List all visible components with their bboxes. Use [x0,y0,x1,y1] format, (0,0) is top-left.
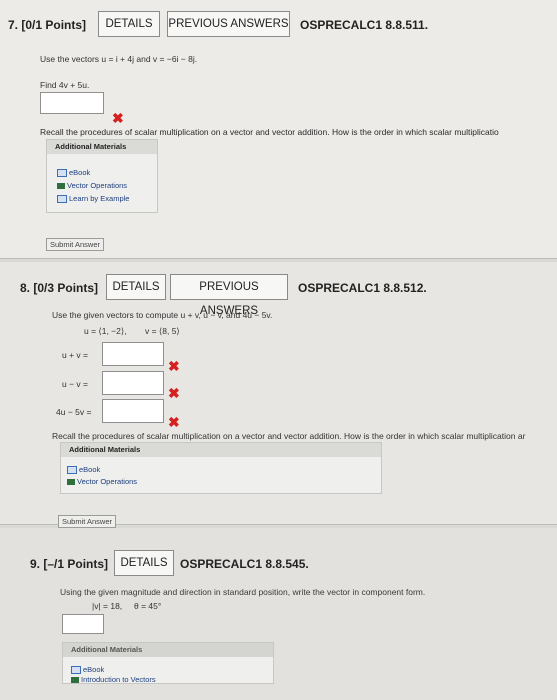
answer-input[interactable] [102,342,164,366]
resource-learn-by-example[interactable]: Learn by Example [57,194,129,204]
answer-input[interactable] [102,399,164,423]
additional-materials-title: Additional Materials [61,443,381,457]
ebook-icon [67,466,77,475]
question-8-header: 8. [0/3 Points] [20,281,99,295]
details-button[interactable]: DETAILS [98,11,160,37]
question-7: 7. [0/1 Points] DETAILS PREVIOUS ANSWERS… [0,0,557,259]
question-9: 9. [–/1 Points] DETAILS OSPRECALC1 8.8.5… [0,528,557,700]
resource-ebook[interactable]: eBook [57,168,90,178]
resource-ebook[interactable]: eBook [67,465,100,475]
prompt-text: Use the vectors u = i + 4j and v = −6i −… [40,54,198,64]
details-button[interactable]: DETAILS [114,550,174,576]
additional-materials-title: Additional Materials [63,643,273,657]
question-7-header: 7. [0/1 Points] [8,18,87,32]
task-text: Find 4v + 5u. [40,80,90,90]
given-v: v = ⟨8, 5⟩ [145,326,180,336]
additional-materials-title: Additional Materials [47,140,157,154]
submit-answer-button[interactable]: Submit Answer [58,515,117,528]
row-label: 4u − 5v = [56,407,92,417]
row-label: u + v = [62,350,88,360]
resource-ebook[interactable]: eBook [71,665,104,675]
resource-vector-operations[interactable]: Vector Operations [67,477,137,486]
ebook-icon [57,169,67,178]
x-mark-icon: ✖ [112,110,124,126]
answer-input[interactable] [102,371,164,395]
given-direction: θ = 45° [134,601,162,611]
given-magnitude: |v| = 18, [92,601,123,611]
x-mark-icon: ✖ [168,414,180,430]
additional-materials: Additional Materials eBook Introduction … [62,642,274,684]
question-9-header: 9. [–/1 Points] [30,557,109,571]
problem-code: OSPRECALC1 8.8.545. [180,557,309,571]
additional-materials: Additional Materials eBook Vector Operat… [60,442,382,494]
additional-materials: Additional Materials eBook Vector Operat… [46,139,158,213]
document-icon [67,479,75,486]
x-mark-icon: ✖ [168,358,180,374]
answer-input[interactable] [62,614,104,634]
row-label: u − v = [62,379,88,389]
document-icon [71,677,79,684]
resource-introduction-to-vectors[interactable]: Introduction to Vectors [71,675,156,684]
previous-answers-button[interactable]: PREVIOUS ANSWERS [170,274,288,317]
recall-text: Recall the procedures of scalar multipli… [40,127,499,137]
problem-code: OSPRECALC1 8.8.511. [300,18,429,32]
submit-answer-button[interactable]: Submit Answer [46,238,105,251]
previous-answers-button[interactable]: PREVIOUS ANSWERS [167,11,290,37]
ebook-icon [57,195,67,204]
document-icon [57,183,65,190]
details-button[interactable]: DETAILS [106,274,166,300]
x-mark-icon: ✖ [168,385,180,401]
prompt-text: Using the given magnitude and direction … [60,587,426,597]
resource-vector-operations[interactable]: Vector Operations [57,181,127,190]
question-8: 8. [0/3 Points] DETAILS PREVIOUS ANSWERS… [0,262,557,528]
problem-code: OSPRECALC1 8.8.512. [298,281,427,295]
recall-text: Recall the procedures of scalar multipli… [52,431,526,441]
answer-input[interactable] [40,92,104,114]
ebook-icon [71,666,81,675]
given-u: u = ⟨1, −2⟩, [84,326,127,336]
prompt-text: Use the given vectors to compute u + v, … [52,310,273,320]
